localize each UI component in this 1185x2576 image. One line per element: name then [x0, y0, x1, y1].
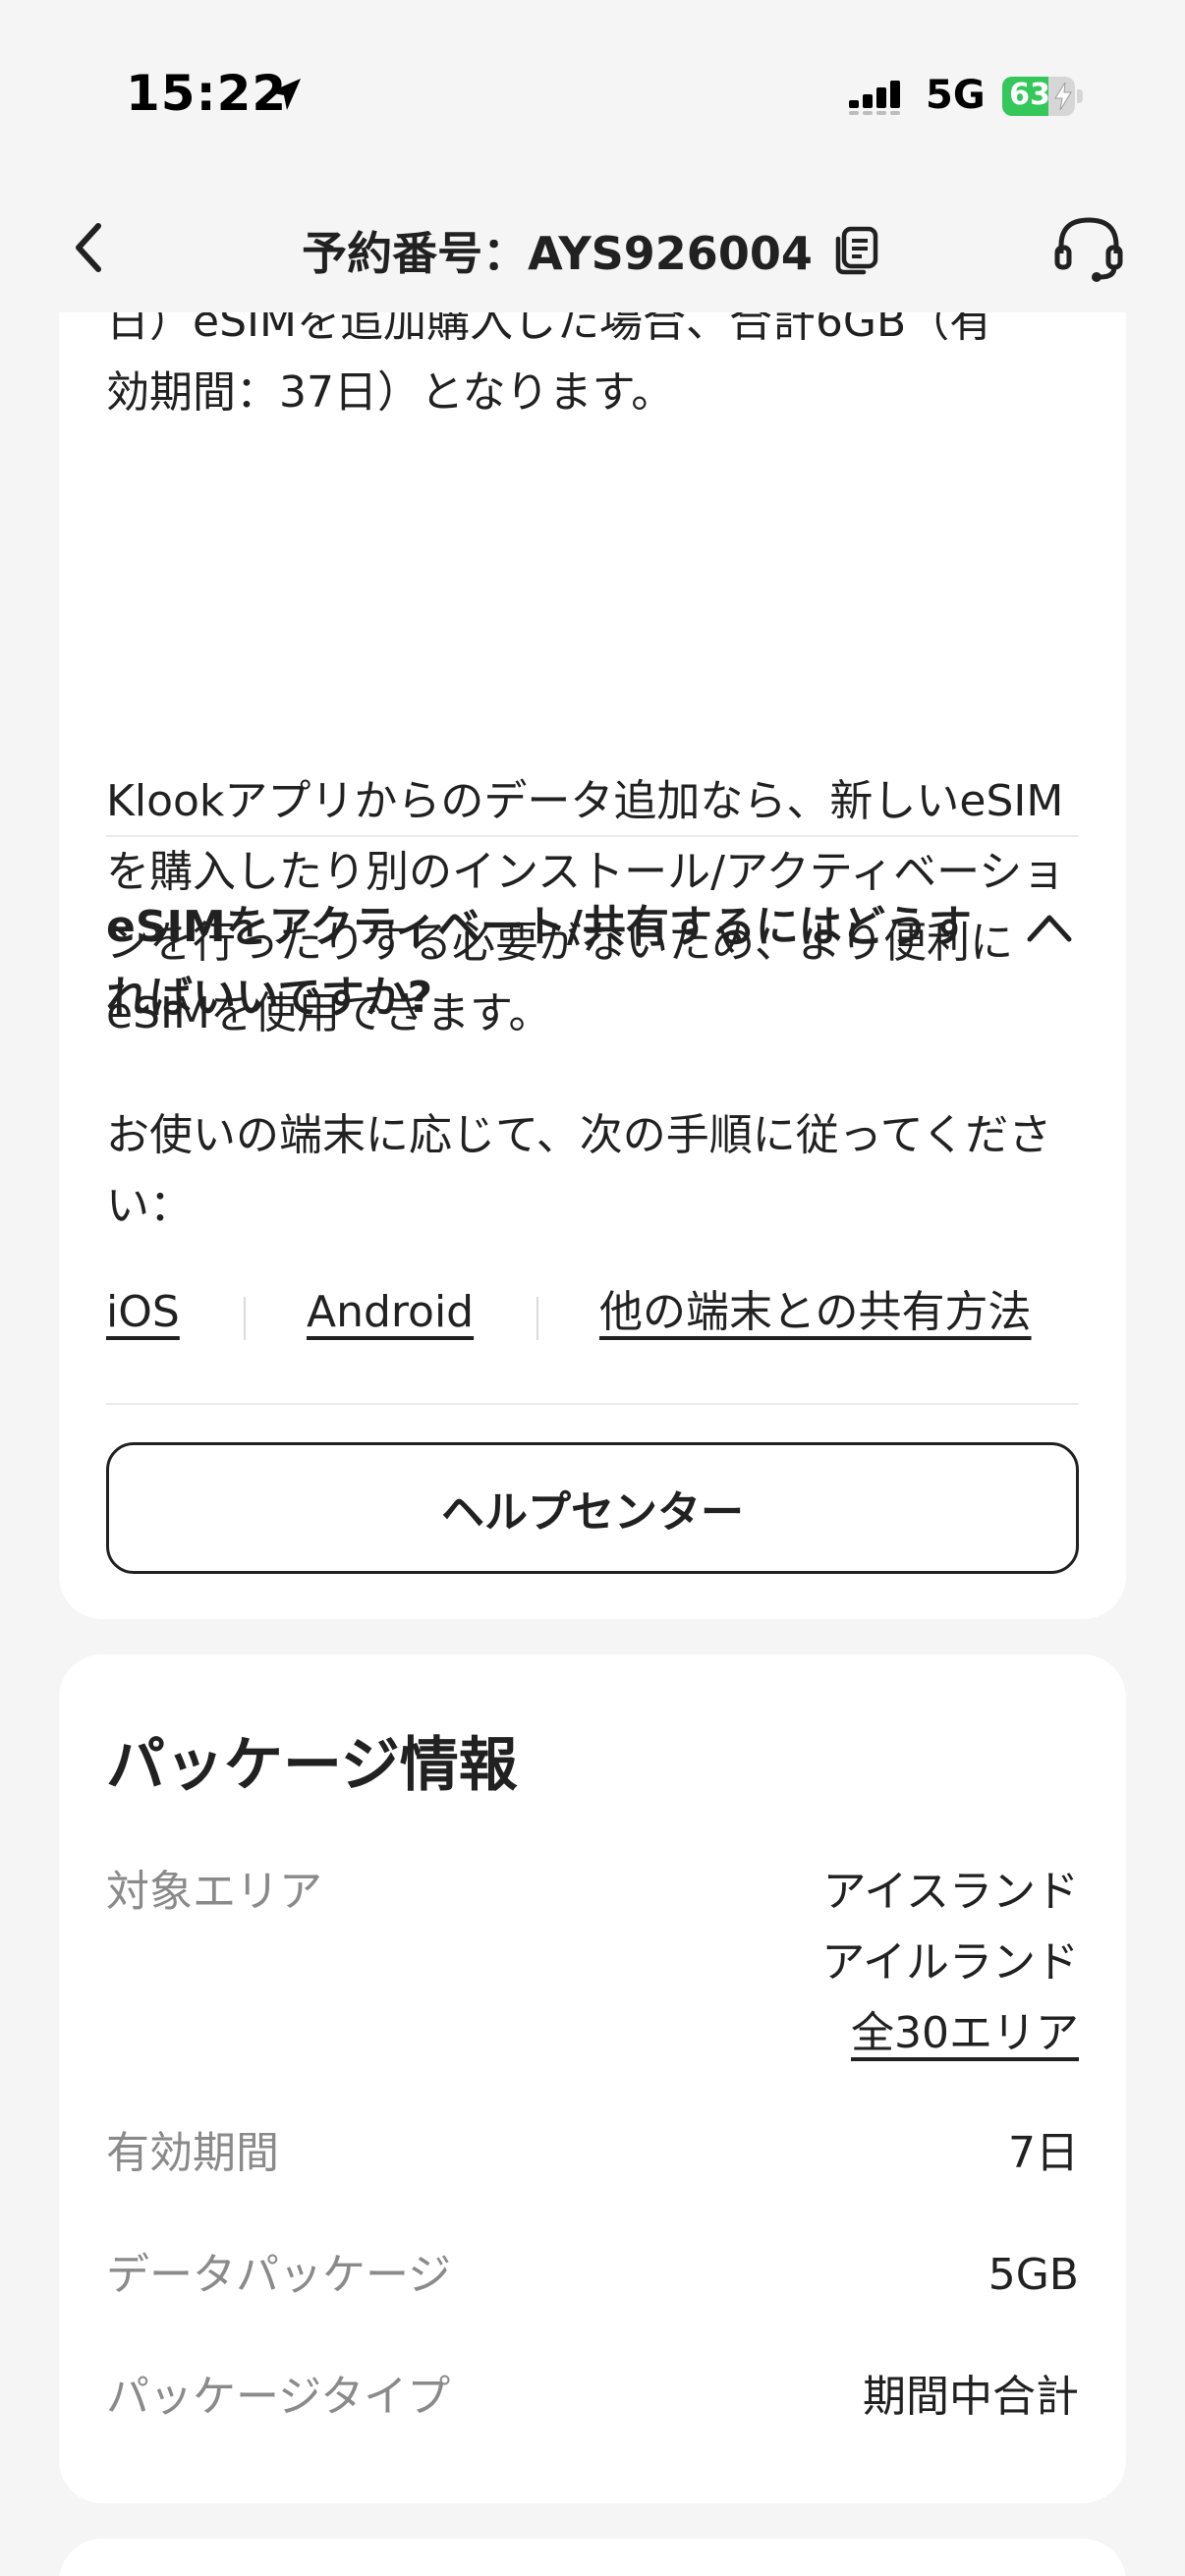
headset-support-icon[interactable]: [1051, 210, 1126, 285]
ios-link[interactable]: iOS: [106, 1277, 180, 1348]
status-time: 15:22: [126, 65, 288, 122]
faq-card: 日）eSIMを追加購入した場合、合計6GB（有 効期間：37日）となります。 K…: [59, 275, 1126, 1619]
divider: [106, 1403, 1079, 1405]
faq-answer-device-steps: お使いの端末に応じて、次の手順に従ってください：: [106, 1110, 1052, 1231]
next-card: [59, 2539, 1126, 2576]
target-area-value-2: アイルランド: [821, 1937, 1079, 1988]
cellular-signal-icon: [849, 81, 900, 115]
battery-level: 63: [1009, 78, 1050, 112]
package-type-label: パッケージタイプ: [106, 2372, 451, 2422]
network-type: 5G: [926, 73, 986, 118]
chevron-up-icon[interactable]: [1022, 904, 1077, 951]
help-center-button[interactable]: ヘルプセンター: [106, 1442, 1079, 1574]
faq-answer-line: 効期間：37日）となります。: [106, 367, 675, 418]
package-type-value: 期間中合計: [863, 2372, 1079, 2422]
battery-icon: 63: [1002, 77, 1083, 116]
android-link[interactable]: Android: [307, 1277, 474, 1348]
copy-icon[interactable]: [828, 223, 883, 278]
data-package-value: 5GB: [988, 2250, 1079, 2300]
validity-period-label: 有効期間: [106, 2128, 279, 2178]
booking-number-title: 予約番号：AYS926004: [302, 227, 813, 280]
link-separator: [244, 1297, 246, 1340]
package-info-title: パッケージ情報: [106, 1731, 518, 1800]
status-bar: 15:22 5G 63: [0, 0, 1185, 187]
location-arrow-icon: [269, 79, 301, 110]
package-info-card: パッケージ情報 対象エリア アイスランド アイルランド 全30エリア 有効期間 …: [59, 1654, 1126, 2503]
divider: [106, 835, 1079, 837]
all-areas-link[interactable]: 全30エリア: [851, 1998, 1079, 2069]
faq-question-activate-share[interactable]: eSIMをアクティベート/共有するにはどうすればいいですか?: [106, 892, 990, 1034]
page-title-wrap: 予約番号：AYS926004: [0, 218, 1185, 283]
data-package-label: データパッケージ: [106, 2250, 452, 2300]
device-links: iOS Android 他の端末との共有方法: [106, 1277, 1089, 1356]
nav-bar: 予約番号：AYS926004: [0, 187, 1185, 312]
share-other-device-link[interactable]: 他の端末との共有方法: [599, 1277, 1032, 1348]
charging-bolt-icon: [1054, 83, 1072, 110]
target-area-label: 対象エリア: [106, 1867, 322, 1917]
link-separator: [536, 1297, 538, 1340]
target-area-value-1: アイスランド: [822, 1867, 1079, 1917]
validity-period-value: 7日: [1008, 2128, 1079, 2178]
